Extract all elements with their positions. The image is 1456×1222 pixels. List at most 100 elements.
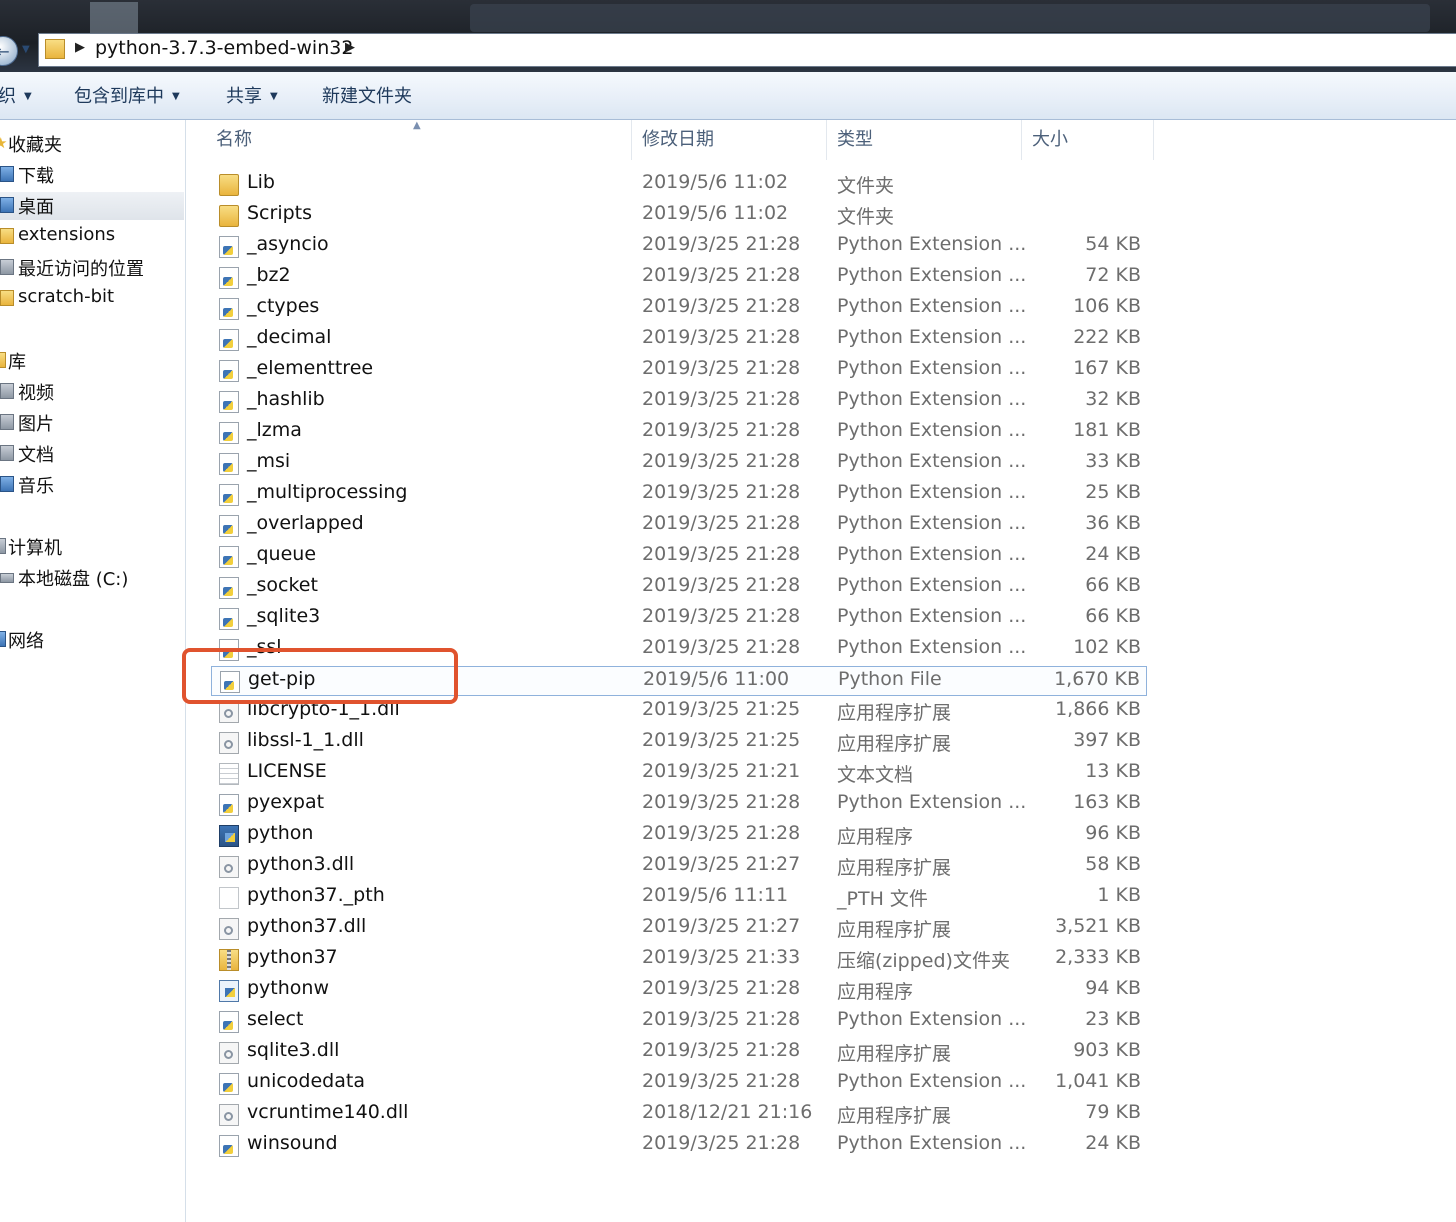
file-name: _elementtree <box>247 357 374 379</box>
address-bar[interactable]: ▶ python-3.7.3-embed-win32 ▶ <box>38 33 1456 67</box>
file-row[interactable]: _msi 2019/3/25 21:28 Python Extension ... 3… <box>211 449 1147 479</box>
file-row[interactable]: python3.dll 2019/3/25 21:27 应用程序扩展 58 KB <box>211 852 1147 882</box>
file-size: 24 KB <box>1085 1132 1141 1154</box>
file-row[interactable]: Lib 2019/5/6 11:02 文件夹 <box>211 170 1147 200</box>
nav-libraries[interactable]: 库 <box>0 347 185 375</box>
nav-network[interactable]: 网络 <box>0 626 185 654</box>
file-modified-date: 2019/3/25 21:25 <box>642 729 801 751</box>
column-type-label: 类型 <box>837 129 873 150</box>
column-header-modified[interactable]: 修改日期 <box>632 120 827 160</box>
file-name: Scripts <box>247 202 313 224</box>
file-modified-date: 2019/3/25 21:27 <box>642 915 801 937</box>
nav-videos[interactable]: 视频 <box>0 378 185 406</box>
nav-documents[interactable]: 文档 <box>0 440 185 468</box>
new-folder-button[interactable]: 新建文件夹 <box>322 82 412 108</box>
file-name: sqlite3.dll <box>247 1039 340 1061</box>
file-row[interactable]: _hashlib 2019/3/25 21:28 Python Extension … <box>211 387 1147 417</box>
file-size: 32 KB <box>1085 388 1141 410</box>
column-header-size[interactable]: 大小 <box>1022 120 1154 160</box>
file-row[interactable]: python37._pth 2019/5/6 11:11 _PTH 文件 1 KB <box>211 883 1147 913</box>
file-row[interactable]: LICENSE 2019/3/25 21:21 文本文档 13 KB <box>211 759 1147 789</box>
file-row[interactable]: python37.dll 2019/3/25 21:27 应用程序扩展 3,521 K… <box>211 914 1147 944</box>
nav-favorites[interactable]: ★ 收藏夹 <box>0 130 185 158</box>
desktop-icon <box>0 197 14 213</box>
pyd-file-icon <box>219 360 239 382</box>
file-modified-date: 2019/3/25 21:25 <box>642 698 801 720</box>
organize-menu[interactable]: 织 ▼ <box>0 82 32 108</box>
file-row[interactable]: _elementtree 2019/3/25 21:28 Python Extens… <box>211 356 1147 386</box>
file-type: 应用程序扩展 <box>837 702 952 724</box>
file-name: _queue <box>247 543 317 565</box>
back-arrow-icon: ← <box>0 41 10 61</box>
pyd-file-icon <box>219 546 239 568</box>
file-row[interactable]: _socket 2019/3/25 21:28 Python Extension .… <box>211 573 1147 603</box>
file-row[interactable]: _bz2 2019/3/25 21:28 Python Extension ... 7… <box>211 263 1147 293</box>
file-row[interactable]: sqlite3.dll 2019/3/25 21:28 应用程序扩展 903 KB <box>211 1038 1147 1068</box>
file-row[interactable]: _asyncio 2019/3/25 21:28 Python Extension … <box>211 232 1147 262</box>
share-menu[interactable]: 共享 ▼ <box>226 82 278 108</box>
file-size: 1,670 KB <box>1054 668 1140 690</box>
nav-extensions[interactable]: extensions <box>0 223 185 251</box>
column-size-label: 大小 <box>1032 129 1068 150</box>
file-name: python <box>247 822 314 844</box>
recent-pages-dropdown-icon[interactable]: ▼ <box>22 44 30 55</box>
file-row[interactable]: pythonw 2019/3/25 21:28 应用程序 94 KB <box>211 976 1147 1006</box>
file-type: 应用程序 <box>837 826 914 848</box>
file-row[interactable]: unicodedata 2019/3/25 21:28 Python Extensi… <box>211 1069 1147 1099</box>
file-row[interactable]: Scripts 2019/5/6 11:02 文件夹 <box>211 201 1147 231</box>
file-row[interactable]: _decimal 2019/3/25 21:28 Python Extension … <box>211 325 1147 355</box>
nav-recent-label: 最近访问的位置 <box>18 259 144 280</box>
file-type: 应用程序扩展 <box>837 1043 952 1065</box>
file-name: pyexpat <box>247 791 325 813</box>
nav-scratch-bit[interactable]: scratch-bit <box>0 285 185 313</box>
dll-file-icon <box>219 701 239 723</box>
file-size: 13 KB <box>1085 760 1141 782</box>
nav-desktop[interactable]: 桌面 <box>0 192 184 220</box>
file-row[interactable]: _overlapped 2019/3/25 21:28 Python Extensi… <box>211 511 1147 541</box>
file-row[interactable]: libssl-1_1.dll 2019/3/25 21:25 应用程序扩展 397 K… <box>211 728 1147 758</box>
file-type: Python Extension ... <box>837 233 1027 255</box>
file-row[interactable]: python 2019/3/25 21:28 应用程序 96 KB <box>211 821 1147 851</box>
file-row[interactable]: _ssl 2019/3/25 21:28 Python Extension ... 1… <box>211 635 1147 665</box>
file-name: pythonw <box>247 977 330 999</box>
include-in-library-menu[interactable]: 包含到库中 ▼ <box>74 82 180 108</box>
file-modified-date: 2019/3/25 21:28 <box>642 450 801 472</box>
file-size: 167 KB <box>1073 357 1141 379</box>
nav-downloads[interactable]: 下载 <box>0 161 185 189</box>
back-button[interactable]: ← <box>0 36 18 66</box>
file-row[interactable]: libcrypto-1_1.dll 2019/3/25 21:25 应用程序扩展 1,… <box>211 697 1147 727</box>
nav-downloads-label: 下载 <box>18 166 54 187</box>
file-row[interactable]: python37 2019/3/25 21:33 压缩(zipped)文件夹 2,33… <box>211 945 1147 975</box>
file-type: 文件夹 <box>837 206 895 228</box>
file-row[interactable]: get-pip 2019/5/6 11:00 Python File 1,670 KB <box>211 666 1147 696</box>
pyd-file-icon <box>219 391 239 413</box>
column-header-type[interactable]: 类型 <box>827 120 1022 160</box>
file-name: libcrypto-1_1.dll <box>247 698 400 720</box>
file-modified-date: 2019/3/25 21:28 <box>642 1132 801 1154</box>
txt-file-icon <box>219 763 239 785</box>
file-row[interactable]: _lzma 2019/3/25 21:28 Python Extension ...… <box>211 418 1147 448</box>
breadcrumb-separator-icon[interactable]: ▶ <box>75 40 85 55</box>
file-row[interactable]: _queue 2019/3/25 21:28 Python Extension ..… <box>211 542 1147 572</box>
file-type: Python Extension ... <box>837 1070 1027 1092</box>
nav-computer[interactable]: 计算机 <box>0 533 185 561</box>
file-row[interactable]: winsound 2019/3/25 21:28 Python Extension … <box>211 1131 1147 1161</box>
pyd-file-icon <box>219 298 239 320</box>
nav-music-label: 音乐 <box>18 476 54 497</box>
file-name: unicodedata <box>247 1070 365 1092</box>
file-row[interactable]: vcruntime140.dll 2018/12/21 21:16 应用程序扩展 79… <box>211 1100 1147 1130</box>
nav-music[interactable]: 音乐 <box>0 471 185 499</box>
file-size: 222 KB <box>1073 326 1141 348</box>
breadcrumb-current-folder[interactable]: python-3.7.3-embed-win32 <box>95 37 353 59</box>
file-row[interactable]: _ctypes 2019/3/25 21:28 Python Extension .… <box>211 294 1147 324</box>
file-type: Python Extension ... <box>837 419 1027 441</box>
breadcrumb-next-arrow-icon[interactable]: ▶ <box>345 40 355 55</box>
file-row[interactable]: _sqlite3 2019/3/25 21:28 Python Extension … <box>211 604 1147 634</box>
pyd-file-icon <box>219 484 239 506</box>
nav-recent-places[interactable]: 最近访问的位置 <box>0 254 185 282</box>
file-row[interactable]: _multiprocessing 2019/3/25 21:28 Python Ex… <box>211 480 1147 510</box>
file-row[interactable]: pyexpat 2019/3/25 21:28 Python Extension .… <box>211 790 1147 820</box>
file-row[interactable]: select 2019/3/25 21:28 Python Extension ..… <box>211 1007 1147 1037</box>
nav-local-disk[interactable]: 本地磁盘 (C:) <box>0 564 185 592</box>
nav-pictures[interactable]: 图片 <box>0 409 185 437</box>
